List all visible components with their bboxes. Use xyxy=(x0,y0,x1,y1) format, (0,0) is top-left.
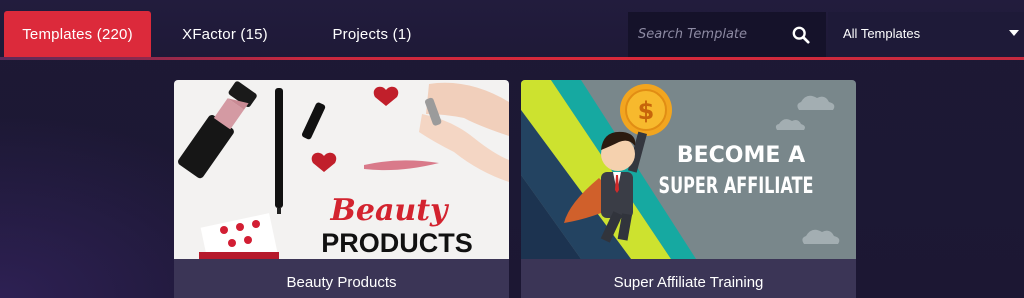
tab-xfactor[interactable]: XFactor (15) xyxy=(165,11,285,58)
tab-projects-label: Projects (1) xyxy=(332,26,412,43)
thumbnail-title-line1: Beauty xyxy=(330,193,451,228)
tab-projects[interactable]: Projects (1) xyxy=(313,11,431,58)
template-card-super-affiliate-training[interactable]: $ BECOME A SUPER AFFILIATE Super Affilia… xyxy=(521,80,856,298)
thumbnail-title-line2: SUPER AFFILIATE xyxy=(659,174,814,199)
chevron-down-icon xyxy=(1009,30,1019,36)
template-filter-select[interactable]: All Templates xyxy=(828,12,1024,57)
tab-xfactor-label: XFactor (15) xyxy=(182,26,268,43)
coin-symbol: $ xyxy=(638,97,655,125)
template-card-title: Super Affiliate Training xyxy=(613,274,764,291)
search-icon xyxy=(792,26,810,44)
thumbnail-title-line1: BECOME A xyxy=(677,143,805,168)
search-button[interactable] xyxy=(788,22,814,48)
template-thumbnail-beauty: Beauty PRODUCTS xyxy=(174,80,509,259)
thumbnail-title-line2: PRODUCTS xyxy=(321,228,473,258)
search-input[interactable] xyxy=(638,22,778,46)
template-filter-value: All Templates xyxy=(843,26,921,41)
top-navigation-bar: Templates (220) XFactor (15) Projects (1… xyxy=(0,0,1024,60)
search-box xyxy=(628,12,826,57)
template-card-beauty-products[interactable]: Beauty PRODUCTS Beauty Products xyxy=(174,80,509,298)
template-thumbnail-super-affiliate: $ BECOME A SUPER AFFILIATE xyxy=(521,80,856,259)
template-card-title: Beauty Products xyxy=(286,274,397,291)
tab-templates[interactable]: Templates (220) xyxy=(4,11,151,58)
tab-templates-label: Templates (220) xyxy=(22,26,133,43)
